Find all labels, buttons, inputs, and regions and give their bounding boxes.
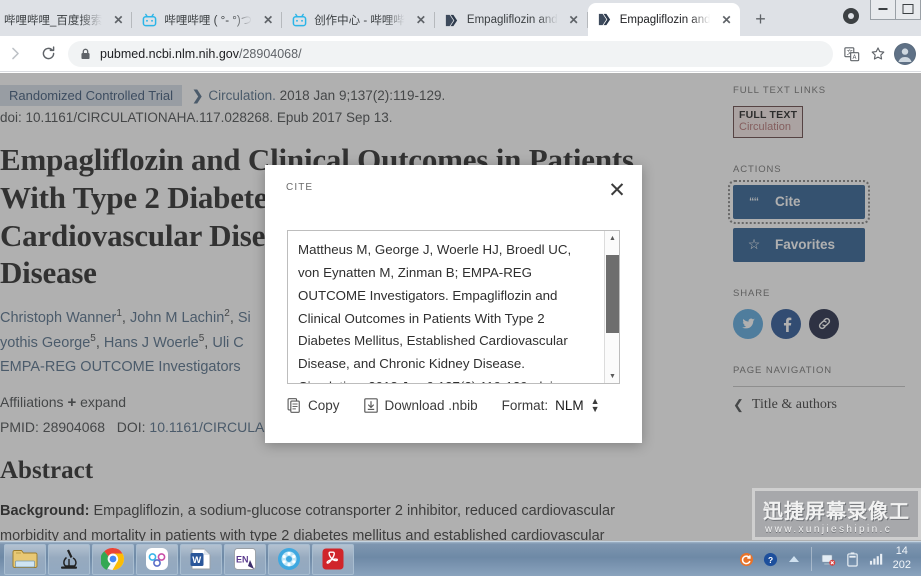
window-controls bbox=[870, 0, 921, 34]
mendeley-icon[interactable] bbox=[136, 543, 178, 575]
screen-recorder-watermark: A 迅捷屏幕录像工 www.xunjieshipin.c bbox=[752, 488, 921, 540]
file-explorer-icon[interactable] bbox=[4, 543, 46, 575]
microscope-icon[interactable] bbox=[48, 543, 90, 575]
copy-label: Copy bbox=[308, 398, 340, 414]
copy-icon bbox=[287, 398, 301, 413]
download-icon bbox=[363, 398, 378, 413]
cite-dialog: CITE ✕ Mattheus M, George J, Woerle HJ, … bbox=[265, 165, 642, 443]
show-desktop-icon[interactable] bbox=[787, 552, 802, 567]
bilibili-icon bbox=[291, 12, 307, 28]
tab-close-icon[interactable]: ✕ bbox=[718, 12, 734, 28]
tab-close-icon[interactable]: ✕ bbox=[110, 12, 126, 28]
minimize-button[interactable] bbox=[870, 0, 896, 20]
clock-time: 14 bbox=[895, 545, 908, 558]
translate-icon[interactable]: 文A bbox=[839, 41, 865, 67]
format-value: NLM bbox=[555, 398, 584, 414]
sync-icon[interactable] bbox=[739, 552, 754, 567]
pubmed-icon bbox=[444, 12, 460, 28]
format-label: Format: bbox=[501, 398, 549, 414]
word-icon[interactable]: W bbox=[180, 543, 222, 575]
profile-badge-icon[interactable] bbox=[843, 8, 859, 24]
scroll-up-icon[interactable]: ▲ bbox=[605, 231, 619, 245]
cite-dialog-header: CITE ✕ bbox=[265, 165, 642, 201]
url-host: pubmed.ncbi.nlm.nih.gov bbox=[100, 46, 239, 61]
system-tray: ? 14 202 bbox=[739, 542, 921, 576]
cite-dialog-label: CITE bbox=[286, 182, 314, 193]
scrollbar-thumb[interactable] bbox=[606, 255, 619, 333]
tab-title: 创作中心 - 哔哩哔 bbox=[314, 15, 405, 27]
citation-scrollbar[interactable]: ▲ ▼ bbox=[604, 231, 619, 383]
new-tab-button[interactable]: + bbox=[746, 5, 774, 33]
watermark-letter: A bbox=[763, 501, 771, 513]
download-label: Download .nbib bbox=[384, 398, 478, 414]
profile-avatar-icon[interactable] bbox=[894, 42, 916, 65]
browser-toolbar: pubmed.ncbi.nlm.nih.gov/28904068/ 文A bbox=[0, 36, 921, 72]
tab-strip: 哔哩哔哩_百度搜索 ✕ 哔哩哔哩 ( °- °)つ ✕ 创作中心 - 哔哩哔 ✕ bbox=[0, 0, 921, 36]
format-selector[interactable]: Format: NLM ▲ ▼ bbox=[501, 396, 600, 414]
tab-title: 哔哩哔哩_百度搜索 bbox=[4, 15, 103, 27]
svg-text:?: ? bbox=[768, 554, 773, 564]
taskbar-clock[interactable]: 14 202 bbox=[893, 545, 915, 573]
chrome-icon[interactable] bbox=[92, 543, 134, 575]
toolbar-right-icons: 文A bbox=[839, 41, 921, 67]
browser-tab-1[interactable]: 哔哩哔哩 ( °- °)つ ✕ bbox=[132, 4, 283, 36]
signal-icon[interactable] bbox=[869, 552, 884, 567]
reload-icon[interactable] bbox=[34, 40, 62, 68]
tab-close-icon[interactable]: ✕ bbox=[413, 12, 429, 28]
scroll-down-icon[interactable]: ▼ bbox=[605, 369, 619, 383]
tab-title: Empagliflozin and bbox=[466, 14, 558, 26]
bilibili-icon bbox=[141, 12, 157, 28]
video-player-icon[interactable] bbox=[268, 543, 310, 575]
tab-close-icon[interactable]: ✕ bbox=[566, 12, 582, 28]
adobe-acrobat-icon[interactable] bbox=[312, 543, 354, 575]
lock-icon bbox=[80, 48, 91, 60]
forward-icon[interactable] bbox=[1, 40, 29, 68]
clock-date: 202 bbox=[892, 559, 911, 571]
svg-text:EN: EN bbox=[236, 555, 249, 565]
tab-close-icon[interactable]: ✕ bbox=[260, 12, 276, 28]
citation-textbox[interactable]: Mattheus M, George J, Woerle HJ, Broedl … bbox=[287, 230, 620, 384]
endnote-icon[interactable]: EN bbox=[224, 543, 266, 575]
maximize-button[interactable] bbox=[895, 0, 921, 20]
address-bar[interactable]: pubmed.ncbi.nlm.nih.gov/28904068/ bbox=[68, 40, 833, 67]
svg-text:A: A bbox=[852, 54, 856, 60]
watermark-title: 迅捷屏幕录像工 bbox=[763, 499, 910, 523]
browser-tab-0[interactable]: 哔哩哔哩_百度搜索 ✕ bbox=[0, 4, 133, 36]
browser-tab-4-active[interactable]: Empagliflozin and ✕ bbox=[587, 3, 741, 36]
svg-text:W: W bbox=[192, 555, 201, 566]
browser-tab-2[interactable]: 创作中心 - 哔哩哔 ✕ bbox=[282, 4, 435, 36]
windows-taskbar: W EN ? 14 202 bbox=[0, 541, 921, 576]
network-icon[interactable] bbox=[821, 552, 836, 567]
chevron-updown-icon[interactable]: ▲ ▼ bbox=[591, 396, 600, 413]
citation-text: Mattheus M, George J, Woerle HJ, Broedl … bbox=[298, 242, 572, 383]
bookmark-star-icon[interactable] bbox=[865, 41, 891, 67]
tabstrip-right-controls bbox=[843, 0, 921, 36]
copy-button[interactable]: Copy bbox=[287, 398, 340, 413]
tab-title: Empagliflozin and bbox=[619, 13, 711, 26]
close-icon[interactable]: ✕ bbox=[606, 179, 628, 201]
battery-icon[interactable] bbox=[845, 551, 860, 567]
pubmed-icon bbox=[597, 12, 613, 28]
help-icon[interactable]: ? bbox=[763, 552, 778, 567]
browser-tab-3[interactable]: Empagliflozin and ✕ bbox=[435, 4, 588, 36]
url-path: /28904068/ bbox=[238, 46, 302, 61]
download-nbib-button[interactable]: Download .nbib bbox=[363, 398, 478, 414]
tab-title: 哔哩哔哩 ( °- °)つ bbox=[164, 15, 253, 27]
watermark-url: www.xunjieshipin.c bbox=[765, 524, 893, 535]
browser-window: 哔哩哔哩_百度搜索 ✕ 哔哩哔哩 ( °- °)つ ✕ 创作中心 - 哔哩哔 ✕ bbox=[0, 0, 921, 576]
cite-dialog-footer: Copy Download .nbib Format: NLM ▲ ▼ bbox=[265, 384, 642, 413]
tray-separator bbox=[810, 547, 812, 571]
